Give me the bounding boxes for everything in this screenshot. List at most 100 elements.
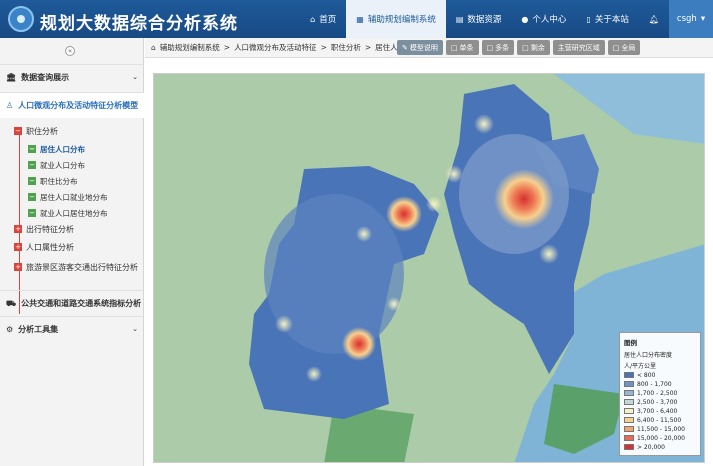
legend-label: < 800 bbox=[637, 371, 656, 379]
multi-button[interactable]: □ 多条 bbox=[481, 40, 515, 55]
minus-icon: − bbox=[28, 193, 36, 201]
app-header: 规划大数据综合分析系统 ⌂ 首页 ▦ 辅助规划编制系统 ▤ 数据资源 ● 个人中心 ▯ 关… bbox=[0, 0, 713, 38]
sub-item-travel-features[interactable]: + 出行特征分析 bbox=[14, 220, 144, 238]
legend-title: 图例 bbox=[624, 339, 637, 347]
research-area-button[interactable]: 主营研究区域 bbox=[552, 40, 605, 55]
bell-icon: 🔔︎ bbox=[648, 14, 659, 24]
gear-icon: ⚙ bbox=[6, 325, 14, 334]
legend-item: 6,400 - 11,500 bbox=[624, 416, 696, 424]
map-toolbar: ✎ 模型说明 □ 单条 □ 多条 □ 剩余 主营研究区域 □ 全局 bbox=[397, 40, 641, 55]
database-icon: ▤ bbox=[455, 14, 464, 24]
sidebar-section-analysis-tools[interactable]: ⚙ 分析工具集 ⌄ bbox=[0, 316, 144, 342]
grid-icon: ▦ bbox=[356, 14, 364, 24]
legend-swatch bbox=[624, 399, 634, 405]
legend-item: 2,500 - 3,700 bbox=[624, 398, 696, 406]
sub-item-job-housing[interactable]: − 职住分析 bbox=[14, 122, 144, 140]
legend-subtitle: 居住人口分布密度 bbox=[624, 352, 673, 359]
sidebar-section-population-model[interactable]: ♙ 人口微观分布及活动特征分析模型 ⌃ bbox=[0, 92, 144, 118]
minus-icon: − bbox=[28, 209, 36, 217]
leaf-worker-residence[interactable]: − 就业人口居住地分布 bbox=[28, 205, 144, 221]
user-menu[interactable]: csgh ▾ bbox=[669, 0, 713, 38]
legend-item: < 800 bbox=[624, 371, 696, 379]
legend-label: 3,700 - 6,400 bbox=[637, 407, 678, 415]
leaf-job-housing-ratio[interactable]: − 职住比分布 bbox=[28, 173, 144, 189]
nav-home[interactable]: ⌂ 首页 bbox=[300, 0, 346, 38]
legend-label: 2,500 - 3,700 bbox=[637, 398, 678, 406]
square-icon: □ bbox=[612, 43, 620, 52]
chevron-up-icon: ⌃ bbox=[132, 101, 138, 109]
bank-icon: 🏛︎ bbox=[6, 73, 17, 82]
legend-swatch bbox=[624, 444, 634, 450]
sidebar-section-transport-indicators[interactable]: ⛟ 公共交通和道路交通系统指标分析 ⌄ bbox=[0, 290, 144, 316]
legend-unit: 人/平方公里 bbox=[624, 363, 657, 370]
breadcrumb-item[interactable]: 人口微观分布及活动特征 bbox=[234, 42, 317, 53]
leaf-residential-population[interactable]: − 居住人口分布 bbox=[28, 141, 144, 157]
legend-label: 800 - 1,700 bbox=[637, 380, 672, 388]
file-icon: ▯ bbox=[586, 14, 591, 24]
nav-data-resources[interactable]: ▤ 数据资源 bbox=[446, 0, 512, 38]
breadcrumb-item[interactable]: 职住分析 bbox=[331, 42, 361, 53]
hotspot-south bbox=[342, 327, 376, 361]
legend-item: 1,700 - 2,500 bbox=[624, 389, 696, 397]
legend-swatch bbox=[624, 417, 634, 423]
model-description-button[interactable]: ✎ 模型说明 bbox=[397, 40, 443, 55]
legend-label: > 20,000 bbox=[637, 443, 665, 451]
legend-swatch bbox=[624, 426, 634, 432]
leaf-resident-workplace[interactable]: − 居住人口就业地分布 bbox=[28, 189, 144, 205]
map-legend: 图例 居住人口分布密度 人/平方公里 < 800 800 - 1,700 1,700… bbox=[619, 332, 701, 456]
global-button[interactable]: □ 全局 bbox=[607, 40, 641, 55]
square-icon: □ bbox=[486, 43, 494, 52]
nav-planning-system[interactable]: ▦ 辅助规划编制系统 bbox=[346, 0, 446, 38]
legend-item: 3,700 - 6,400 bbox=[624, 407, 696, 415]
legend-item: 11,500 - 15,000 bbox=[624, 425, 696, 433]
leaf-employment-population[interactable]: − 就业人口分布 bbox=[28, 157, 144, 173]
user-outline-icon: ♙ bbox=[6, 101, 14, 110]
caret-down-icon: ▾ bbox=[700, 14, 706, 24]
legend-item: > 20,000 bbox=[624, 443, 696, 451]
bus-icon: ⛟ bbox=[6, 298, 17, 308]
app-title: 规划大数据综合分析系统 bbox=[40, 14, 238, 34]
nav-about[interactable]: ▯ 关于本站 bbox=[576, 0, 638, 38]
minus-icon: − bbox=[28, 161, 36, 169]
home-icon: ⌂ bbox=[151, 43, 156, 52]
sidebar-section-data-query[interactable]: 🏛︎ 数据查询展示 ⌄ bbox=[0, 64, 144, 90]
legend-swatch bbox=[624, 372, 634, 378]
nav-notifications[interactable]: 🔔︎ bbox=[639, 0, 669, 38]
legend-label: 1,700 - 2,500 bbox=[637, 389, 678, 397]
hotspot-city-center bbox=[494, 169, 554, 229]
chevron-down-icon: ⌄ bbox=[132, 299, 138, 307]
sub-item-population-attributes[interactable]: + 人口属性分析 bbox=[14, 238, 144, 256]
app-logo bbox=[8, 6, 34, 32]
square-icon: □ bbox=[522, 43, 529, 52]
plus-icon: + bbox=[14, 225, 22, 233]
edit-icon: ✎ bbox=[402, 43, 408, 52]
sidebar-collapse-button[interactable]: « bbox=[65, 46, 75, 56]
legend-item: 800 - 1,700 bbox=[624, 380, 696, 388]
legend-swatch bbox=[624, 435, 634, 441]
legend-swatch bbox=[624, 381, 634, 387]
legend-label: 15,000 - 20,000 bbox=[637, 434, 685, 442]
legend-rows: < 800 800 - 1,700 1,700 - 2,500 2,500 - 3,7… bbox=[624, 371, 696, 451]
density-map[interactable]: 图例 居住人口分布密度 人/平方公里 < 800 800 - 1,700 1,700… bbox=[153, 73, 705, 463]
legend-label: 6,400 - 11,500 bbox=[637, 416, 682, 424]
sidebar: « 🏛︎ 数据查询展示 ⌄ ♙ 人口微观分布及活动特征分析模型 ⌃ − 职住分析 … bbox=[0, 38, 144, 466]
square-icon: □ bbox=[450, 43, 458, 52]
plus-icon: + bbox=[14, 243, 22, 251]
home-icon: ⌂ bbox=[310, 14, 316, 24]
minus-icon: − bbox=[28, 145, 36, 153]
single-button[interactable]: □ 单条 bbox=[445, 40, 479, 55]
legend-swatch bbox=[624, 408, 634, 414]
minus-icon: − bbox=[28, 177, 36, 185]
nav-personal-center[interactable]: ● 个人中心 bbox=[511, 0, 576, 38]
legend-swatch bbox=[624, 390, 634, 396]
chevron-down-icon: ⌄ bbox=[132, 325, 138, 333]
chevron-down-icon: ⌄ bbox=[132, 73, 138, 81]
legend-item: 15,000 - 20,000 bbox=[624, 434, 696, 442]
remaining-button[interactable]: □ 剩余 bbox=[517, 40, 550, 55]
minus-icon: − bbox=[14, 127, 22, 135]
legend-label: 11,500 - 15,000 bbox=[637, 425, 685, 433]
user-icon: ● bbox=[521, 14, 529, 24]
plus-icon: + bbox=[14, 263, 22, 271]
sub-item-tourist-travel[interactable]: + 旅游景区游客交通出行特征分析 bbox=[14, 258, 144, 276]
breadcrumb-item[interactable]: 辅助规划编制系统 bbox=[160, 42, 220, 53]
